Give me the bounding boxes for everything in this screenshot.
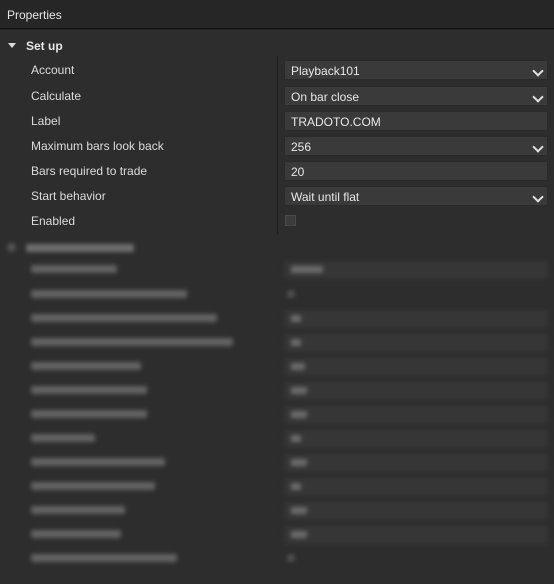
category-label: Set up <box>26 39 63 53</box>
collapse-triangle-icon[interactable] <box>8 43 16 48</box>
property-row-label: Label TRADOTO.COM <box>0 109 554 134</box>
obscured-section <box>0 237 554 562</box>
input-value: 20 <box>291 165 305 179</box>
property-label: Calculate <box>31 89 82 103</box>
property-row-bars-required: Bars required to trade 20 <box>0 159 554 184</box>
property-label: Enabled <box>31 214 76 228</box>
property-label: Label <box>31 114 61 128</box>
chevron-down-icon[interactable] <box>532 65 544 77</box>
obscured-text <box>26 244 134 252</box>
collapse-icon <box>7 243 16 252</box>
obscured-row <box>0 379 554 403</box>
chevron-down-icon[interactable] <box>532 191 544 203</box>
property-label: Start behavior <box>31 189 106 203</box>
obscured-row <box>0 451 554 475</box>
property-label: Maximum bars look back <box>31 139 164 153</box>
obscured-row <box>0 547 554 571</box>
property-row-account: Account Playback101 <box>0 58 554 83</box>
obscured-row <box>0 307 554 331</box>
enabled-checkbox[interactable] <box>285 215 296 226</box>
category-setup[interactable]: Set up <box>0 35 554 57</box>
dropdown-value: On bar close <box>291 90 360 104</box>
dropdown-value: 256 <box>291 140 312 154</box>
max-bars-look-back-dropdown[interactable]: 256 <box>284 136 548 156</box>
obscured-row <box>0 355 554 379</box>
account-dropdown[interactable]: Playback101 <box>284 60 548 80</box>
property-row-calculate: Calculate On bar close <box>0 84 554 109</box>
obscured-row <box>0 331 554 355</box>
calculate-dropdown[interactable]: On bar close <box>284 86 548 106</box>
window-title: Properties <box>7 8 62 22</box>
start-behavior-dropdown[interactable]: Wait until flat <box>284 186 548 206</box>
property-row-enabled: Enabled <box>0 209 554 234</box>
property-label: Account <box>31 63 75 77</box>
chevron-down-icon[interactable] <box>532 91 544 103</box>
property-row-max-bars-look-back: Maximum bars look back 256 <box>0 134 554 159</box>
obscured-row <box>0 403 554 427</box>
obscured-row <box>0 258 554 282</box>
property-label: Bars required to trade <box>31 164 148 178</box>
obscured-row <box>0 283 554 307</box>
dropdown-value: Wait until flat <box>291 190 360 204</box>
input-value: TRADOTO.COM <box>291 115 381 129</box>
obscured-category <box>0 237 554 259</box>
bars-required-input[interactable]: 20 <box>284 161 548 181</box>
obscured-row <box>0 475 554 499</box>
property-row-start-behavior: Start behavior Wait until flat <box>0 184 554 209</box>
dropdown-value: Playback101 <box>291 64 360 78</box>
obscured-row <box>0 523 554 547</box>
obscured-row <box>0 427 554 451</box>
label-input[interactable]: TRADOTO.COM <box>284 111 548 131</box>
chevron-down-icon[interactable] <box>532 141 544 153</box>
window-titlebar: Properties <box>0 0 554 29</box>
obscured-row <box>0 499 554 523</box>
